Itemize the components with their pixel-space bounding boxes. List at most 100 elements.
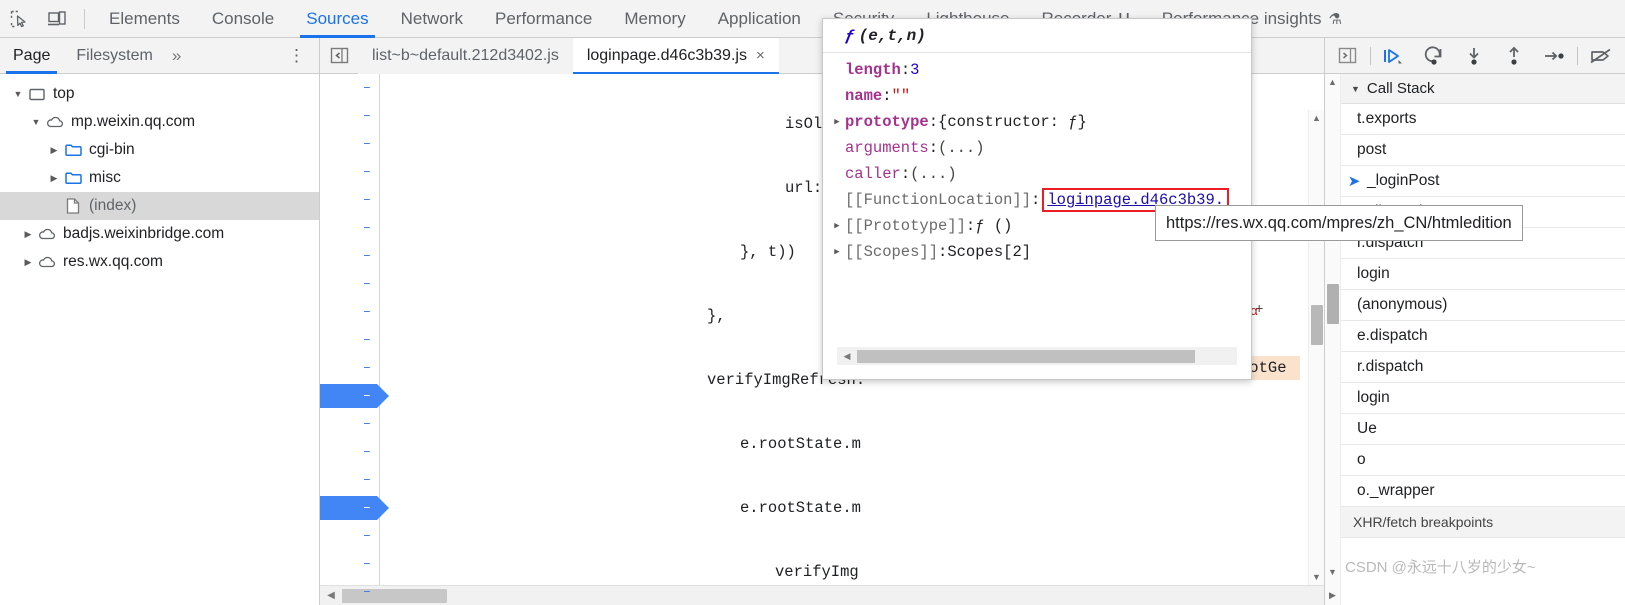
code-line[interactable]: verifyImg (381, 558, 1324, 586)
gutter-line[interactable]: – (320, 298, 379, 326)
step-into-next-function-call-icon[interactable] (1454, 38, 1494, 74)
tab-performance[interactable]: Performance (479, 0, 608, 38)
property-row-name[interactable]: name : "" (823, 83, 1251, 109)
gutter-line[interactable]: – (320, 550, 379, 578)
tree-item-index[interactable]: (index) (0, 192, 319, 220)
navigator-tab-page[interactable]: Page (0, 38, 63, 74)
gutter-line[interactable]: – (320, 74, 379, 102)
property-separator: : (882, 87, 892, 105)
gutter-line[interactable]: – (320, 410, 379, 438)
gutter-line[interactable]: – (320, 214, 379, 242)
property-row-prototype[interactable]: ▶ prototype : {constructor: ƒ} (823, 109, 1251, 135)
tree-item-res-wx-qq-com[interactable]: res.wx.qq.com (0, 248, 319, 276)
scroll-down-icon[interactable]: ▼ (1325, 564, 1340, 580)
tab-label: Elements (109, 8, 180, 28)
scroll-left-icon[interactable]: ◀ (320, 590, 342, 601)
navigator-overflow-icon[interactable]: » (166, 46, 185, 66)
navigator-tab-filesystem[interactable]: Filesystem (63, 38, 165, 74)
scroll-up-icon[interactable]: ▲ (1325, 74, 1340, 90)
property-row-scopes[interactable]: ▶ [[Scopes]] : Scopes[2] (823, 239, 1251, 265)
gutter-line-breakpoint[interactable]: – (320, 494, 379, 522)
call-stack-frame[interactable]: (anonymous) (1341, 290, 1625, 321)
chevron-down-icon[interactable] (28, 117, 44, 127)
tree-item-misc[interactable]: misc (0, 164, 319, 192)
code-line[interactable]: e.rootState.m (381, 494, 1324, 522)
gutter-line[interactable]: – (320, 522, 379, 550)
debugger-vertical-scrollbar[interactable]: ▲ ▼ ▶ (1325, 74, 1341, 605)
step-over-next-function-call-icon[interactable] (1414, 38, 1454, 74)
call-stack-frame[interactable]: t.exports (1341, 104, 1625, 135)
device-toolbar-icon[interactable] (38, 0, 76, 38)
toggle-debugger-sidebar-icon[interactable] (1327, 38, 1367, 74)
step-out-of-current-function-icon[interactable] (1494, 38, 1534, 74)
call-stack-frame[interactable]: Ue (1341, 414, 1625, 445)
scroll-down-icon[interactable]: ▼ (1309, 569, 1324, 585)
gutter-line[interactable]: – (320, 438, 379, 466)
gutter-line[interactable]: – (320, 186, 379, 214)
gutter-line[interactable]: – (320, 326, 379, 354)
editor-gutter[interactable]: – – – – – – – – – – – – – – – – – – – – (320, 74, 380, 600)
chevron-right-icon[interactable]: ▶ (829, 221, 845, 231)
gutter-line[interactable]: – (320, 158, 379, 186)
resume-script-execution-icon[interactable] (1374, 38, 1414, 74)
property-row-caller[interactable]: caller : (...) (823, 161, 1251, 187)
step-icon[interactable] (1534, 38, 1574, 74)
editor-hscroll-thumb[interactable] (342, 588, 447, 603)
editor-tab-loginpage[interactable]: loginpage.d46c3b39.js × (572, 38, 779, 74)
navigator-more-options-icon[interactable]: ⋮ (288, 47, 305, 64)
gutter-line[interactable]: – (320, 242, 379, 270)
call-stack-frame[interactable]: o (1341, 445, 1625, 476)
call-stack-frame-selected[interactable]: ➤ _loginPost (1341, 166, 1625, 197)
property-row-length[interactable]: length : 3 (823, 57, 1251, 83)
tab-console[interactable]: Console (196, 0, 290, 38)
deactivate-breakpoints-icon[interactable] (1581, 38, 1621, 74)
gutter-line-breakpoint[interactable]: – (320, 382, 379, 410)
gutter-line[interactable]: – (320, 466, 379, 494)
tab-elements[interactable]: Elements (93, 0, 196, 38)
scroll-up-icon[interactable]: ▲ (1309, 110, 1324, 126)
editor-vertical-scrollbar[interactable]: ▲ ▼ (1308, 110, 1324, 585)
xhr-fetch-breakpoints-header[interactable]: XHR/fetch breakpoints (1341, 507, 1625, 538)
chevron-right-icon[interactable] (20, 257, 36, 268)
chevron-down-icon[interactable] (10, 89, 26, 99)
chevron-right-icon[interactable] (20, 229, 36, 240)
tree-item-badjs-weixinbridge-com[interactable]: badjs.weixinbridge.com (0, 220, 319, 248)
call-stack-frame[interactable]: login (1341, 259, 1625, 290)
tree-item-mp-weixin-qq-com[interactable]: mp.weixin.qq.com (0, 108, 319, 136)
tab-sources[interactable]: Sources (290, 0, 384, 38)
scroll-left-icon[interactable]: ◀ (837, 351, 857, 362)
call-stack-frame[interactable]: o._wrapper (1341, 476, 1625, 507)
editor-horizontal-scrollbar[interactable]: ◀ (320, 585, 1324, 605)
gutter-line[interactable]: – (320, 102, 379, 130)
expand-drawer-icon[interactable]: ▶ (1325, 587, 1340, 603)
chevron-right-icon[interactable] (46, 173, 62, 184)
code-line[interactable]: e.rootState.m (381, 430, 1324, 458)
tab-memory[interactable]: Memory (608, 0, 701, 38)
call-stack-frame[interactable]: login (1341, 383, 1625, 414)
tree-item-top[interactable]: top (0, 80, 319, 108)
tab-network[interactable]: Network (385, 0, 479, 38)
call-stack-frame[interactable]: r.dispatch (1341, 352, 1625, 383)
call-stack-frame[interactable]: post (1341, 135, 1625, 166)
tree-item-cgi-bin[interactable]: cgi-bin (0, 136, 319, 164)
gutter-line[interactable]: – (320, 270, 379, 298)
gutter-line[interactable]: – (320, 130, 379, 158)
call-stack-frame[interactable]: e.dispatch (1341, 321, 1625, 352)
call-stack-header[interactable]: ▼ Call Stack (1341, 74, 1625, 104)
property-row-arguments[interactable]: arguments : (...) (823, 135, 1251, 161)
chevron-right-icon[interactable]: ▶ (829, 247, 845, 257)
inspect-element-icon[interactable] (0, 0, 38, 38)
property-separator: : (900, 61, 911, 79)
popover-scroll-thumb[interactable] (857, 349, 1195, 363)
collapse-sidebar-icon[interactable] (320, 46, 358, 65)
close-icon[interactable]: × (756, 47, 765, 64)
popover-horizontal-scrollbar[interactable]: ◀ (837, 347, 1237, 365)
editor-scroll-thumb[interactable] (1311, 305, 1323, 345)
chevron-down-icon[interactable]: ▼ (1351, 84, 1360, 94)
tab-application[interactable]: Application (702, 0, 817, 38)
chevron-right-icon[interactable] (46, 145, 62, 156)
editor-tab-list-b-default[interactable]: list~b~default.212d3402.js (358, 38, 573, 74)
chevron-right-icon[interactable]: ▶ (829, 117, 845, 127)
gutter-line[interactable]: – (320, 354, 379, 382)
debugger-scroll-thumb[interactable] (1327, 284, 1339, 324)
